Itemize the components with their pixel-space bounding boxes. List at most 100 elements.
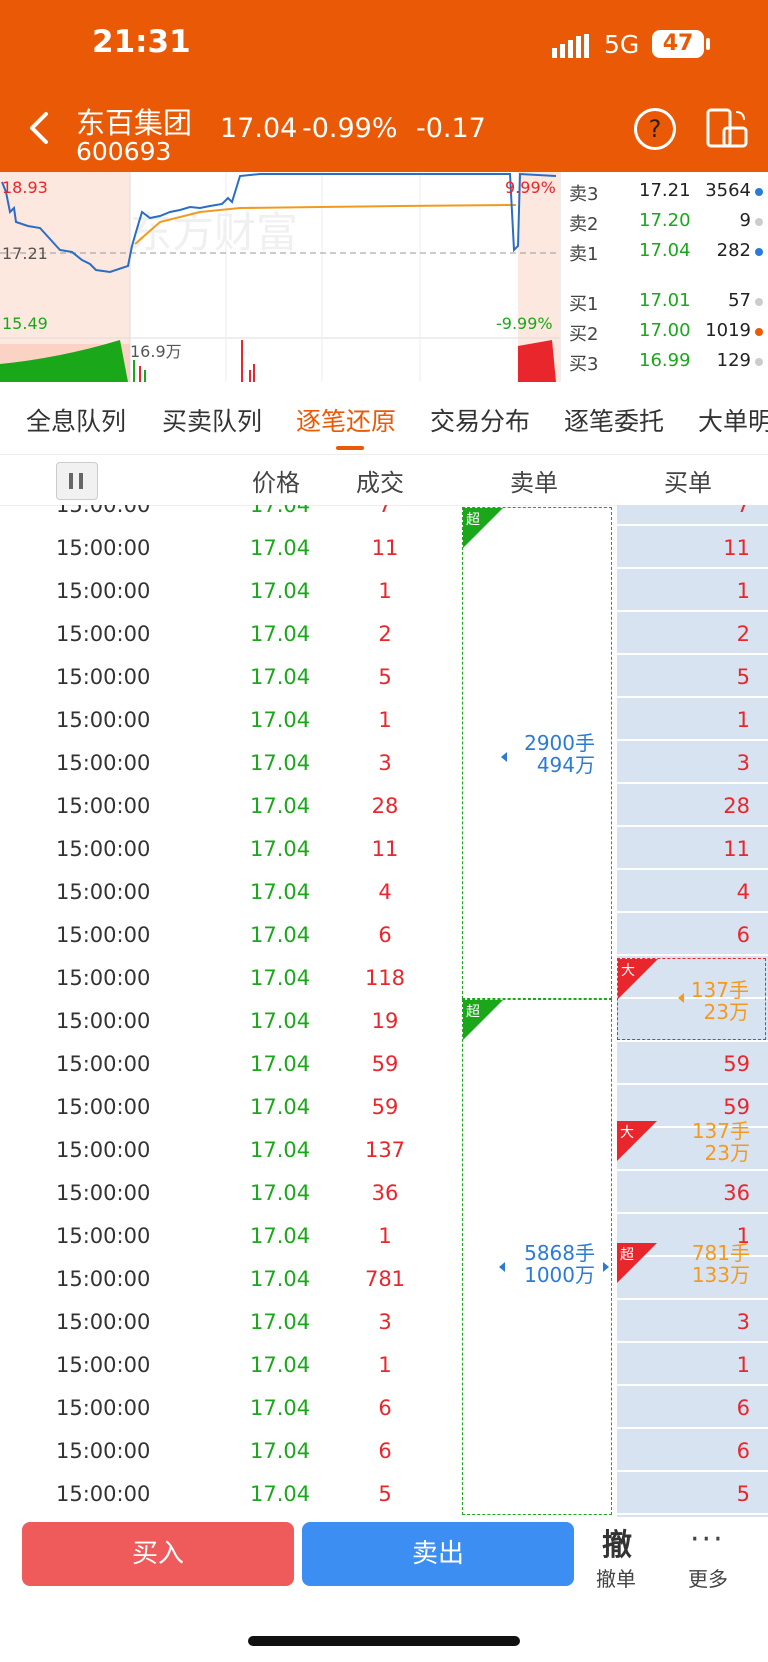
sell-order-block[interactable]: 超 2900手 494万 (462, 507, 612, 999)
table-row: 15:00:00 17.04 11 11 (0, 827, 768, 870)
trade-buy: 5 (736, 1482, 750, 1506)
trade-price: 17.04 (250, 794, 311, 818)
table-row: 15:00:00 17.04 2 2 (0, 612, 768, 655)
trade-time: 15:00:00 (56, 1052, 151, 1076)
ask-volume: 3564 (705, 180, 751, 201)
trade-volume: 137 (364, 1138, 406, 1162)
tab-tick-restore[interactable]: 逐笔还原 (296, 402, 396, 438)
table-row: 15:00:00 17.04 1 1 (0, 698, 768, 741)
tab-full-queue[interactable]: 全息队列 (26, 402, 126, 438)
col-sell: 卖单 (510, 469, 558, 497)
tab-bar: 全息队列 买卖队列 逐笔还原 交易分布 逐笔委托 大单明 (0, 384, 768, 455)
tab-tick-orders[interactable]: 逐笔委托 (564, 402, 664, 438)
buy-tag-label: 超 (620, 1247, 634, 1263)
cancel-order-label[interactable]: 撤单 (596, 1563, 636, 1592)
sell-order-block[interactable]: 超 5868手 1000万 (462, 999, 612, 1515)
trade-time: 15:00:00 (56, 1224, 151, 1248)
right-arrow-icon (603, 1262, 609, 1272)
tab-trade-distribution[interactable]: 交易分布 (430, 402, 530, 438)
sell-order-summary: 2900手 494万 (505, 732, 595, 776)
table-row: 15:00:00 17.04 3 3 (0, 1300, 768, 1343)
bid-dot (755, 328, 763, 336)
trade-buy: 3 (736, 1310, 750, 1334)
trade-buy: 1 (736, 708, 750, 732)
back-icon[interactable] (22, 108, 56, 148)
signal-icon (552, 34, 589, 58)
pause-icon (69, 473, 73, 489)
more-label[interactable]: 更多 (688, 1563, 728, 1592)
ask-price: 17.21 (639, 180, 691, 201)
trade-volume: 11 (371, 536, 399, 560)
ask-dot (755, 188, 763, 196)
ask-volume: 282 (716, 240, 751, 261)
trade-volume: 1 (378, 708, 392, 732)
trade-price: 17.04 (250, 1267, 311, 1291)
trade-price: 17.04 (250, 1396, 311, 1420)
bid-dot (755, 358, 763, 366)
trade-volume: 3 (378, 1310, 392, 1334)
status-time: 21:31 (92, 24, 191, 60)
trade-time: 15:00:00 (56, 794, 151, 818)
bid-row: 买2 17.00 1019 (567, 316, 765, 346)
trade-time: 15:00:00 (56, 1396, 151, 1420)
trade-time: 15:00:00 (56, 665, 151, 689)
left-arrow-icon (499, 1262, 505, 1272)
battery-icon: 47 (652, 30, 704, 58)
trade-buy: 4 (736, 880, 750, 904)
table-row: 15:00:00 17.04 1 1 (0, 569, 768, 612)
table-row: 15:00:00 17.04 28 28 (0, 784, 768, 827)
table-row: 15:00:00 17.04 36 36 (0, 1171, 768, 1214)
trade-time: 15:00:00 (56, 505, 151, 517)
help-icon[interactable]: ? (634, 108, 676, 150)
bid-volume: 129 (716, 350, 751, 371)
trade-buy: 7 (736, 505, 750, 517)
trade-price: 17.04 (250, 708, 311, 732)
trade-buy: 36 (723, 1181, 750, 1205)
bid-volume: 1019 (705, 320, 751, 341)
trade-price: 17.04 (250, 880, 311, 904)
trade-price: 17.04 (250, 1009, 311, 1033)
trade-time: 15:00:00 (56, 579, 151, 603)
tick-table[interactable]: 15:00:00 17.04 7 7 15:00:00 17.04 11 11 15:00:00… (0, 505, 768, 1517)
col-volume: 成交 (356, 469, 404, 497)
trade-volume: 59 (371, 1052, 399, 1076)
sell-order-summary: 5868手 1000万 (499, 1242, 595, 1286)
bid-dot (755, 298, 763, 306)
intraday-chart[interactable]: 东方财富 (0, 172, 560, 382)
left-arrow-icon (678, 993, 684, 1003)
buy-order-block[interactable]: 超 781手 133万 (617, 1242, 768, 1286)
table-row: 15:00:00 17.04 4 4 (0, 870, 768, 913)
active-tab-indicator (336, 446, 364, 450)
cancel-order-icon[interactable]: 撤 (602, 1520, 632, 1564)
tab-big-orders[interactable]: 大单明 (698, 402, 768, 438)
table-row: 15:00:00 17.04 5 5 (0, 655, 768, 698)
buy-order-block[interactable]: 大 137手 23万 (617, 958, 766, 1040)
buy-button[interactable]: 买入 (22, 1522, 294, 1586)
trade-time: 15:00:00 (56, 536, 151, 560)
stock-code: 600693 (76, 137, 172, 166)
trade-volume: 6 (378, 1396, 392, 1420)
stock-change-pct: -0.99% (302, 113, 398, 144)
trade-price: 17.04 (250, 923, 311, 947)
trade-volume: 5 (378, 1482, 392, 1506)
bid-volume: 57 (728, 290, 751, 311)
more-icon[interactable]: ··· (690, 1522, 725, 1557)
ask-row: 卖1 17.04 282 (567, 236, 765, 266)
trade-volume: 6 (378, 923, 392, 947)
tab-buy-sell-queue[interactable]: 买卖队列 (162, 402, 262, 438)
sell-button[interactable]: 卖出 (302, 1522, 574, 1586)
home-indicator (248, 1636, 520, 1646)
table-row: 15:00:00 17.04 6 6 (0, 1386, 768, 1429)
trade-time: 15:00:00 (56, 880, 151, 904)
trade-volume: 4 (378, 880, 392, 904)
buy-tag-label: 大 (620, 1125, 634, 1141)
bid-label: 买1 (569, 294, 599, 315)
buy-order-block[interactable]: 大 137手 23万 (617, 1120, 768, 1164)
trade-time: 15:00:00 (56, 1267, 151, 1291)
landscape-icon[interactable] (706, 108, 748, 148)
pause-button[interactable] (56, 462, 98, 500)
ask-label: 卖3 (569, 184, 599, 205)
sell-order-amount: 494万 (536, 753, 595, 777)
table-row: 15:00:00 17.04 1 1 (0, 1343, 768, 1386)
trade-buy: 1 (736, 579, 750, 603)
